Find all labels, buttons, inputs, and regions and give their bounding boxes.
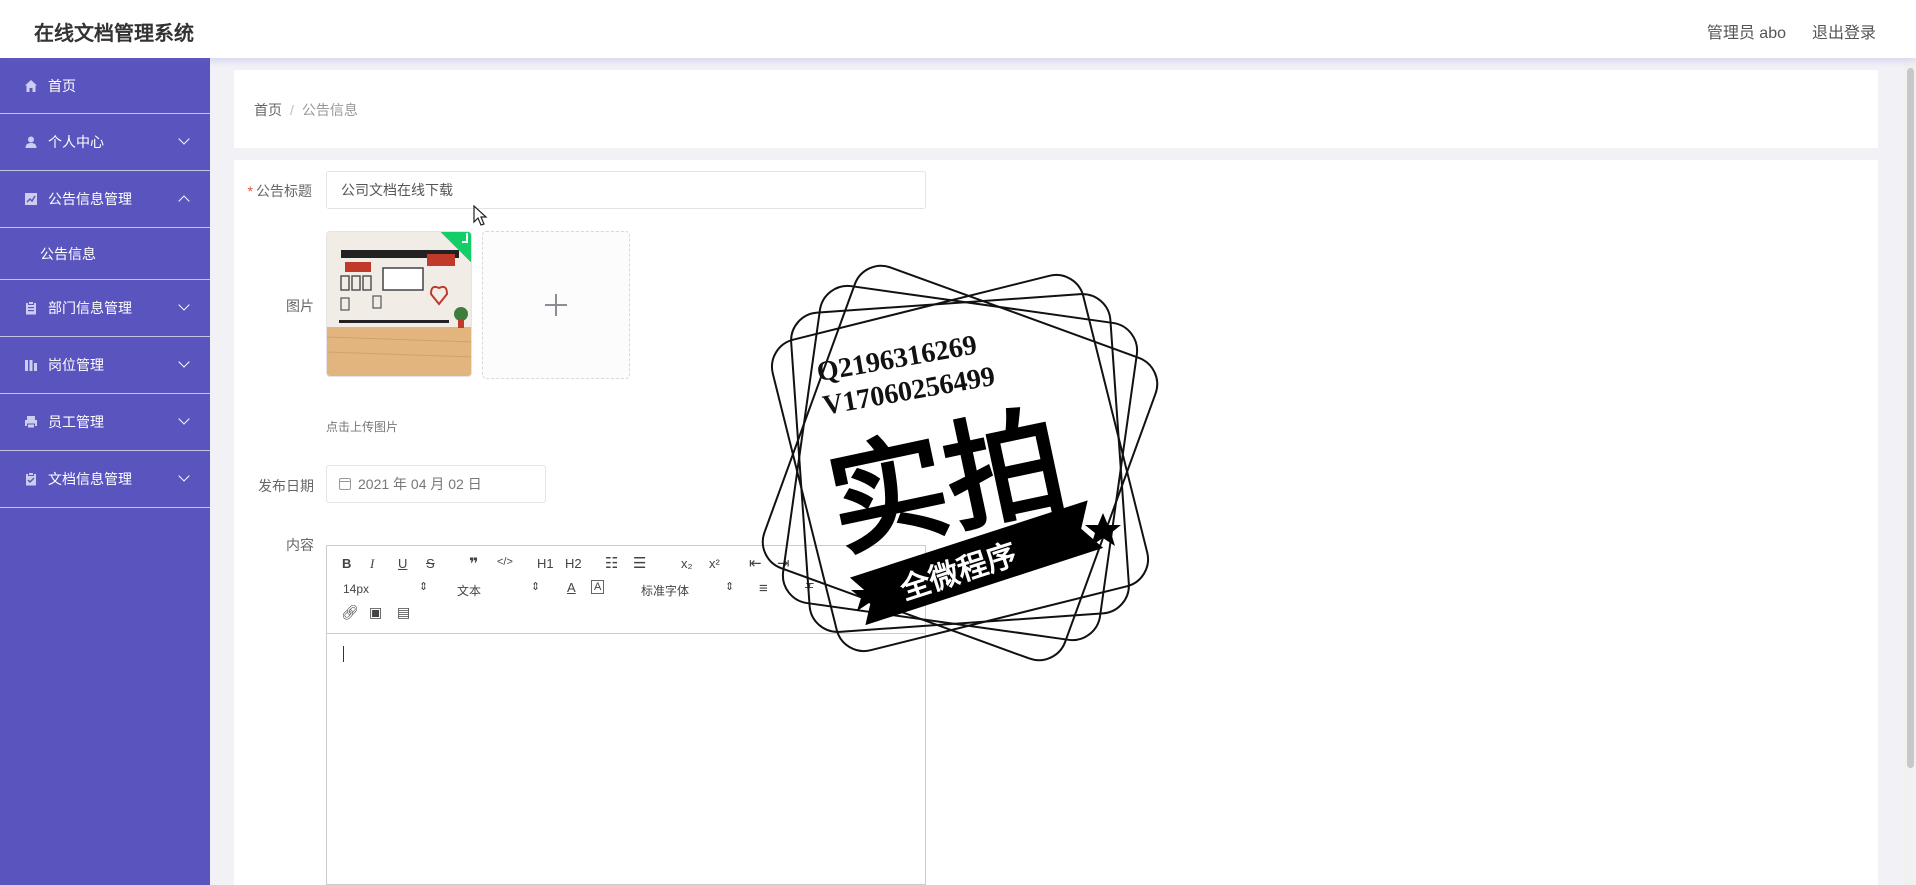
underline-button[interactable]: U [398, 556, 407, 571]
font-size-select[interactable]: 14px [343, 582, 369, 596]
sidebar-item-label: 岗位管理 [48, 357, 104, 373]
sidebar-item-label: 员工管理 [48, 414, 104, 430]
header-select[interactable]: 文本 [457, 582, 481, 599]
sidebar-item-document-management[interactable]: 文档信息管理 [0, 451, 210, 508]
check-icon [462, 233, 468, 243]
scrollbar-thumb[interactable] [1907, 68, 1914, 768]
date-value: 2021 年 04 月 02 日 [358, 476, 482, 492]
home-icon [25, 79, 37, 92]
current-user: 管理员 abo [1706, 25, 1786, 42]
select-arrow-icon: ⇕ [531, 581, 541, 593]
columns-icon [25, 360, 37, 371]
bullet-list-icon[interactable]: ☰ [633, 554, 646, 572]
text-color-icon[interactable]: A [567, 580, 576, 595]
chevron-down-icon [178, 413, 190, 425]
calendar-icon [339, 478, 351, 490]
breadcrumb-card: 首页 / 公告信息 [234, 70, 1878, 148]
sidebar-item-announcement-management[interactable]: 公告信息管理 [0, 171, 210, 228]
indent-icon[interactable]: ⇥ [777, 554, 790, 572]
office-wall-image [327, 232, 471, 376]
video-icon[interactable]: ▤ [397, 604, 410, 621]
image-icon[interactable]: ▣ [369, 604, 382, 621]
sidebar: 首页 个人中心 公告信息管理 公告信息 部门信息管理 岗位管理 员工管理 文档信… [0, 58, 210, 885]
sidebar-item-employee-management[interactable]: 员工管理 [0, 394, 210, 451]
sidebar-item-home[interactable]: 首页 [0, 58, 210, 114]
sidebar-subitem-announcement[interactable]: 公告信息 [0, 228, 210, 280]
select-arrow-icon: ⇕ [419, 581, 429, 593]
page-scrollbar[interactable] [1904, 58, 1916, 885]
h1-button[interactable]: H1 [537, 556, 554, 571]
sidebar-item-label: 个人中心 [48, 134, 104, 150]
sidebar-item-department-management[interactable]: 部门信息管理 [0, 280, 210, 337]
content-label: 内容 [286, 537, 314, 553]
logout-link[interactable]: 退出登录 [1812, 19, 1876, 43]
ordered-list-icon[interactable]: ☷ [605, 554, 618, 572]
app-title: 在线文档管理系统 [34, 23, 194, 45]
chevron-up-icon [178, 195, 190, 207]
subscript-button[interactable]: x₂ [681, 556, 693, 571]
rich-text-editor: B I U S ❞ </> H1 H2 ☷ ☰ x₂ x² ⇤ ⇥ 14px ⇕… [326, 545, 926, 885]
link-icon[interactable]: 🔗︎ [341, 604, 359, 621]
title-label: * 公告标题 [247, 183, 312, 199]
checklist-icon [26, 472, 36, 486]
font-family-select[interactable]: 标准字体 [641, 582, 689, 599]
chevron-down-icon [178, 133, 190, 145]
blockquote-icon[interactable]: ❞ [469, 554, 478, 574]
code-block-icon[interactable]: </> [497, 556, 513, 568]
breadcrumb: 首页 / 公告信息 [254, 100, 358, 120]
clipboard-icon [26, 301, 36, 315]
required-mark: * [247, 183, 253, 199]
date-label: 发布日期 [258, 478, 314, 494]
publish-date-picker[interactable]: 2021 年 04 月 02 日 [326, 465, 546, 503]
top-header: 在线文档管理系统 管理员 abo 退出登录 [0, 0, 1916, 58]
italic-button[interactable]: I [370, 556, 374, 572]
printer-icon [25, 416, 37, 429]
background-color-icon[interactable]: A [591, 580, 605, 594]
clear-format-icon[interactable]: T [805, 580, 813, 595]
sidebar-item-personal-center[interactable]: 个人中心 [0, 114, 210, 171]
sidebar-item-label: 公告信息管理 [48, 191, 132, 207]
sidebar-item-label: 部门信息管理 [48, 300, 132, 316]
breadcrumb-home[interactable]: 首页 [254, 102, 282, 118]
user-icon [25, 136, 37, 148]
chart-icon [25, 193, 37, 205]
sidebar-item-label: 文档信息管理 [48, 471, 132, 487]
editor-toolbar: B I U S ❞ </> H1 H2 ☷ ☰ x₂ x² ⇤ ⇥ 14px ⇕… [327, 546, 925, 634]
superscript-button[interactable]: x² [709, 556, 720, 571]
uploaded-image-thumbnail[interactable] [326, 231, 472, 377]
text-caret [343, 646, 344, 662]
bold-button[interactable]: B [342, 556, 351, 571]
h2-button[interactable]: H2 [565, 556, 582, 571]
strike-button[interactable]: S [426, 556, 435, 571]
align-icon[interactable]: ≡ [759, 580, 768, 597]
title-input[interactable] [326, 171, 926, 209]
sidebar-item-position-management[interactable]: 岗位管理 [0, 337, 210, 394]
image-label: 图片 [286, 298, 314, 314]
upload-image-button[interactable] [482, 231, 630, 379]
sidebar-item-label: 首页 [48, 77, 76, 94]
breadcrumb-separator: / [290, 102, 294, 118]
chevron-down-icon [178, 470, 190, 482]
select-arrow-icon: ⇕ [725, 581, 735, 593]
outdent-icon[interactable]: ⇤ [749, 554, 762, 572]
sidebar-item-label: 公告信息 [40, 245, 96, 262]
mouse-cursor-icon [473, 205, 488, 226]
upload-hint: 点击上传图片 [326, 420, 399, 434]
breadcrumb-current: 公告信息 [301, 102, 358, 118]
chevron-down-icon [178, 356, 190, 368]
chevron-down-icon [178, 299, 190, 311]
